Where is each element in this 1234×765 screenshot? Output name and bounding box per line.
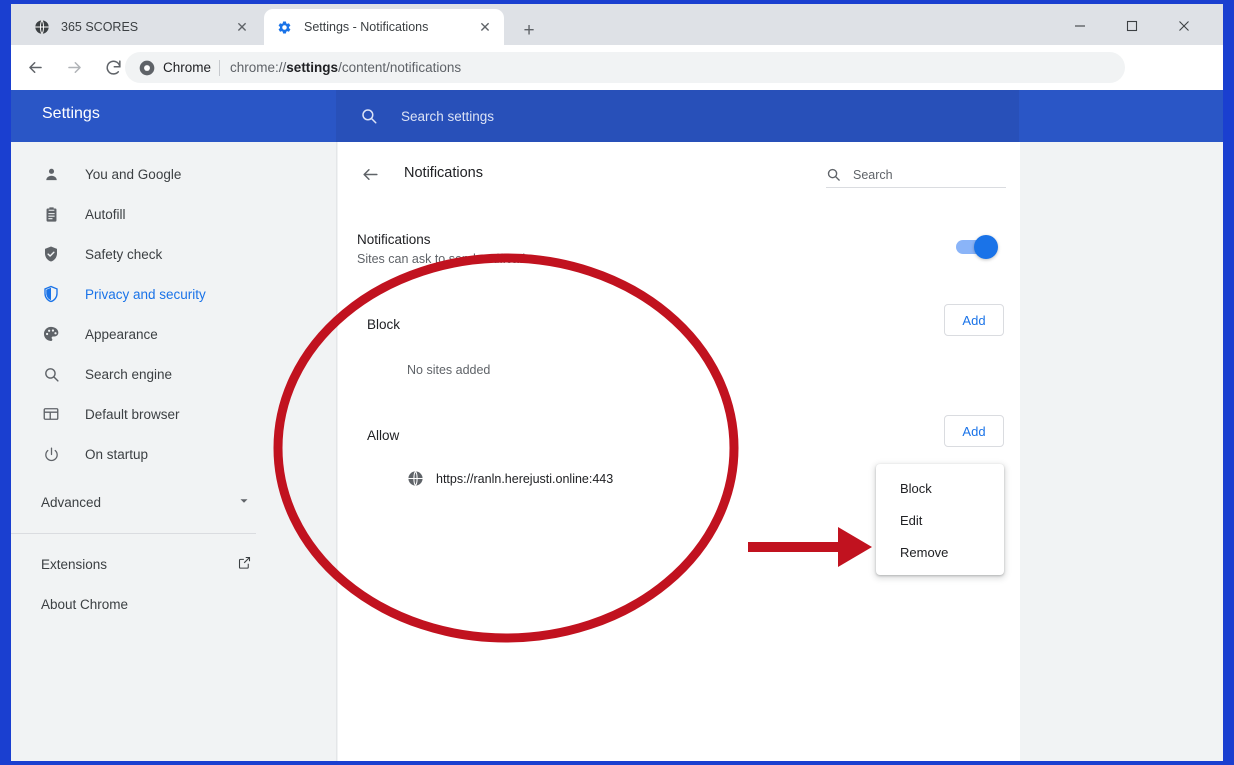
tab-365-scores[interactable]: 365 SCORES ✕ [21, 9, 261, 45]
sidebar-item-you-and-google[interactable]: You and Google [11, 154, 336, 194]
tab-settings-notifications[interactable]: Settings - Notifications ✕ [264, 9, 504, 45]
tab-close-icon[interactable]: ✕ [233, 18, 251, 36]
right-gutter [1020, 142, 1223, 761]
sidebar-item-label: You and Google [85, 166, 182, 182]
sidebar-item-about-chrome[interactable]: About Chrome [11, 584, 336, 624]
clipboard-icon [41, 204, 61, 224]
sidebar-nav-list: You and Google Autofill Safety check Pri… [11, 142, 336, 474]
add-block-button[interactable]: Add [944, 304, 1004, 336]
notifications-sublabel: Sites can ask to send notifications [357, 252, 546, 266]
settings-search-input[interactable]: Search settings [401, 109, 494, 124]
settings-header: Settings Search settings [11, 90, 1223, 142]
globe-icon [407, 470, 424, 487]
sidebar-item-extensions[interactable]: Extensions [11, 544, 336, 584]
sidebar-item-label: On startup [85, 446, 149, 462]
sidebar-item-on-startup[interactable]: On startup [11, 434, 336, 474]
tab-title: 365 SCORES [61, 20, 139, 34]
sidebar-footer: Extensions About Chrome [11, 534, 336, 624]
new-tab-button[interactable]: + [516, 17, 542, 43]
sidebar-item-safety-check[interactable]: Safety check [11, 234, 336, 274]
notifications-toggle-row: Notifications Sites can ask to send noti… [357, 232, 1002, 266]
external-link-icon [237, 555, 252, 573]
window-close-button[interactable] [1161, 10, 1207, 42]
window-maximize-button[interactable] [1109, 10, 1155, 42]
sidebar-item-advanced[interactable]: Advanced [11, 482, 336, 522]
forward-button[interactable] [59, 53, 89, 83]
sidebar-item-autofill[interactable]: Autofill [11, 194, 336, 234]
tab-close-icon[interactable]: ✕ [476, 18, 494, 36]
sidebar-item-appearance[interactable]: Appearance [11, 314, 336, 354]
shield-half-icon [41, 284, 61, 304]
browser-window: 365 SCORES ✕ Settings - Notifications ✕ … [11, 4, 1223, 761]
gear-icon [276, 19, 293, 36]
sidebar-item-label: Default browser [85, 406, 180, 422]
allow-section-heading: Allow [367, 428, 400, 443]
sidebar-item-search-engine[interactable]: Search engine [11, 354, 336, 394]
window-frame: 365 SCORES ✕ Settings - Notifications ✕ … [0, 0, 1234, 765]
address-bar[interactable]: Chrome chrome://settings/content/notific… [125, 52, 1125, 83]
chevron-down-icon [238, 495, 250, 510]
content-header: Notifications Search [338, 142, 1020, 206]
sidebar-item-label: Safety check [85, 246, 163, 262]
sidebar-item-label: Privacy and security [85, 286, 206, 302]
settings-body: You and Google Autofill Safety check Pri… [11, 142, 1223, 761]
site-context-menu: Block Edit Remove [876, 464, 1004, 575]
omnibox-divider [219, 59, 221, 76]
sidebar-item-label: Extensions [41, 556, 108, 572]
settings-content-card: Notifications Search Notifications Sites… [338, 142, 1020, 761]
browser-toolbar: Chrome chrome://settings/content/notific… [11, 45, 1223, 121]
settings-search-bar[interactable]: Search settings [336, 90, 1019, 142]
search-icon [360, 107, 378, 125]
search-icon [41, 364, 61, 384]
back-arrow-icon[interactable] [357, 161, 383, 187]
tab-strip: 365 SCORES ✕ Settings - Notifications ✕ … [11, 4, 1223, 45]
reload-button[interactable] [98, 53, 128, 83]
sidebar-item-privacy-and-security[interactable]: Privacy and security [11, 274, 336, 314]
url-bold-segment: settings [286, 60, 339, 75]
tab-title: Settings - Notifications [304, 20, 429, 34]
window-minimize-button[interactable] [1057, 10, 1103, 42]
globe-icon [33, 19, 50, 36]
palette-icon [41, 324, 61, 344]
content-search-input[interactable]: Search [826, 162, 1006, 188]
sidebar-item-label: About Chrome [41, 596, 129, 612]
settings-sidebar: You and Google Autofill Safety check Pri… [11, 142, 337, 761]
search-icon [826, 167, 841, 182]
omnibox-url: chrome://settings/content/notifications [230, 60, 461, 75]
sidebar-item-label: Autofill [85, 206, 126, 222]
block-section-heading: Block [367, 317, 401, 332]
page-title: Notifications [404, 165, 483, 181]
chrome-icon [139, 60, 155, 76]
context-menu-item-remove[interactable]: Remove [876, 536, 1004, 568]
back-button[interactable] [20, 53, 50, 83]
person-icon [41, 164, 61, 184]
browser-window-icon [41, 404, 61, 424]
settings-page-title: Settings [42, 105, 100, 122]
notifications-toggle-knob[interactable] [974, 235, 998, 259]
sidebar-item-default-browser[interactable]: Default browser [11, 394, 336, 434]
sidebar-item-label: Advanced [41, 494, 102, 510]
url-suffix: /content/notifications [338, 60, 462, 75]
omnibox-scheme-label: Chrome [163, 60, 212, 75]
sidebar-item-label: Appearance [85, 326, 158, 342]
allowed-site-row[interactable]: https://ranln.herejusti.online:443 [407, 470, 613, 487]
context-menu-item-block[interactable]: Block [876, 472, 1004, 504]
power-icon [41, 444, 61, 464]
block-empty-text: No sites added [407, 363, 491, 377]
url-prefix: chrome:// [230, 60, 287, 75]
notifications-label: Notifications [357, 232, 431, 247]
allowed-site-url: https://ranln.herejusti.online:443 [436, 471, 614, 486]
shield-check-icon [41, 244, 61, 264]
add-allow-button[interactable]: Add [944, 415, 1004, 447]
context-menu-item-edit[interactable]: Edit [876, 504, 1004, 536]
sidebar-item-label: Search engine [85, 366, 173, 382]
content-search-placeholder: Search [853, 167, 893, 182]
